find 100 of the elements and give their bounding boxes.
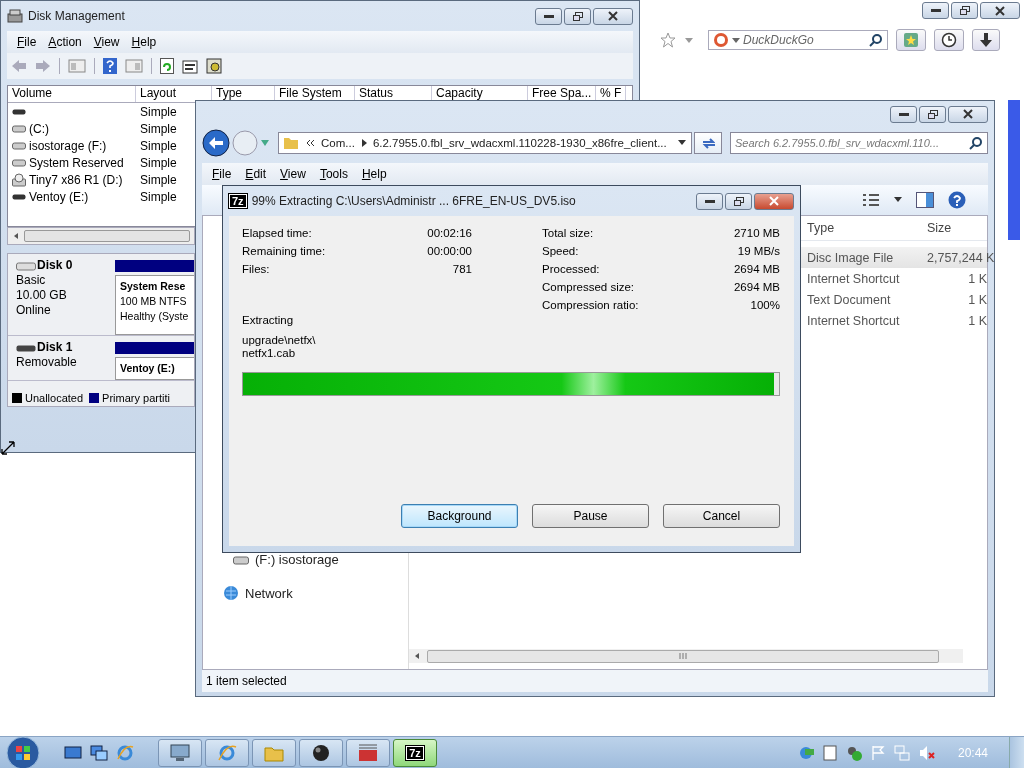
breadcrumb-item[interactable]: 6.2.7955.0.fbl_srv_wdacxml.110228-1930_x86fre_client... bbox=[372, 137, 667, 149]
file-path: upgrade\netfx\ bbox=[242, 334, 317, 347]
horizontal-scrollbar[interactable] bbox=[7, 227, 195, 245]
disk-detail: Removable bbox=[16, 355, 78, 370]
close-button[interactable] bbox=[948, 105, 988, 123]
preview-pane-icon[interactable] bbox=[916, 192, 934, 208]
disk-detail: Basic bbox=[16, 273, 47, 288]
desktop-icon[interactable] bbox=[64, 744, 82, 761]
drive-icon[interactable] bbox=[233, 553, 249, 566]
partition-detail: 100 MB NTFS bbox=[120, 294, 188, 309]
stat-value: 00:02:16 bbox=[427, 227, 472, 239]
search-icon[interactable] bbox=[969, 136, 983, 150]
dialog-button[interactable]: Pause bbox=[532, 504, 649, 528]
resize-cursor-icon bbox=[0, 440, 16, 456]
properties-icon[interactable] bbox=[182, 58, 198, 74]
minimize-icon bbox=[704, 199, 715, 203]
search-input[interactable]: DuckDuckGo bbox=[743, 33, 866, 47]
taskbar-button[interactable]: 7z bbox=[393, 738, 437, 767]
scrollbar-thumb[interactable] bbox=[24, 230, 190, 242]
nav-item[interactable]: (F:) isostorage bbox=[255, 552, 339, 567]
app-logo: 7z bbox=[229, 194, 247, 208]
security-tray-icon[interactable] bbox=[845, 744, 862, 761]
window-title: Disk Management bbox=[28, 9, 125, 23]
refresh-icon[interactable] bbox=[160, 58, 174, 74]
bookmark-star-icon[interactable] bbox=[660, 32, 676, 48]
table-cell-text: Simple bbox=[139, 155, 178, 170]
minimize-button[interactable] bbox=[696, 192, 723, 210]
menu-item[interactable]: View bbox=[93, 35, 120, 49]
breadcrumb-item[interactable]: Com... bbox=[321, 137, 355, 149]
minimize-button[interactable] bbox=[922, 2, 949, 19]
menu-item[interactable]: View bbox=[280, 167, 306, 181]
help-icon[interactable] bbox=[103, 58, 117, 74]
close-button[interactable] bbox=[593, 7, 633, 25]
stat-label: Compression ratio: bbox=[542, 299, 639, 311]
restore-button[interactable] bbox=[564, 7, 591, 25]
back-button-icon[interactable] bbox=[202, 129, 230, 157]
restore-button[interactable] bbox=[951, 2, 978, 19]
partition-box[interactable]: Ventoy (E:) bbox=[115, 357, 194, 380]
minimize-button[interactable] bbox=[890, 105, 917, 123]
menu-item[interactable]: Tools bbox=[319, 167, 348, 181]
volume-name: Tiny7 x86 R1 (D:) bbox=[29, 172, 123, 187]
menu-item[interactable]: Action bbox=[48, 35, 82, 49]
restore-button[interactable] bbox=[919, 105, 946, 123]
scroll-left-icon[interactable] bbox=[12, 232, 20, 240]
help-icon[interactable] bbox=[948, 191, 966, 209]
table-cell-text: Simple bbox=[139, 189, 178, 204]
settings-icon[interactable] bbox=[206, 58, 222, 74]
search-field[interactable]: Search 6.2.7955.0.fbl_srv_wdacxml.110... bbox=[730, 132, 988, 154]
ball-icon bbox=[312, 743, 330, 762]
table-cell-text: Simple bbox=[139, 121, 178, 136]
search-engine-icon[interactable] bbox=[713, 32, 729, 48]
column-header[interactable]: Volume bbox=[8, 86, 136, 102]
dropdown-arrow-icon[interactable] bbox=[732, 37, 740, 43]
search-field[interactable]: DuckDuckGo bbox=[708, 30, 888, 50]
menu-item[interactable]: Help bbox=[131, 35, 157, 49]
download-button[interactable] bbox=[972, 29, 1000, 51]
column-header[interactable]: Size bbox=[927, 221, 987, 235]
bookmarks-button[interactable] bbox=[896, 29, 926, 51]
stat-label: Total size: bbox=[542, 227, 594, 239]
scroll-left-icon[interactable] bbox=[413, 652, 421, 660]
partition-box[interactable]: System Rese 100 MB NTFS Healthy (Syste bbox=[115, 275, 194, 335]
menu-item[interactable]: File bbox=[212, 167, 232, 181]
column-header[interactable]: Type bbox=[805, 221, 927, 235]
close-button[interactable] bbox=[980, 2, 1020, 19]
menu-item[interactable]: Help bbox=[361, 167, 387, 181]
address-bar[interactable]: Com... 6.2.7955.0.fbl_srv_wdacxml.110228-1930_x86fre_client... bbox=[278, 132, 692, 154]
document-tray-icon[interactable] bbox=[822, 744, 837, 761]
hard-drive-icon bbox=[16, 260, 36, 271]
stat-label: Compressed size: bbox=[542, 281, 635, 293]
disk-detail: Online bbox=[16, 303, 52, 318]
dropdown-arrow-icon[interactable] bbox=[894, 197, 902, 203]
history-button[interactable] bbox=[934, 29, 964, 51]
taskbar-button[interactable] bbox=[299, 738, 343, 767]
table-cell-text: Simple bbox=[139, 104, 178, 119]
legend-label: Unallocated bbox=[25, 392, 84, 404]
minimize-button[interactable] bbox=[535, 7, 562, 25]
dropdown-arrow-icon[interactable] bbox=[677, 140, 687, 146]
minimize-icon bbox=[898, 112, 909, 116]
globe-icon[interactable] bbox=[223, 585, 239, 601]
dialog-button[interactable]: Background bbox=[401, 504, 518, 528]
view-list-icon[interactable] bbox=[862, 193, 880, 207]
close-icon bbox=[963, 109, 973, 119]
nav-item[interactable]: Network bbox=[245, 585, 293, 601]
refresh-button[interactable] bbox=[694, 132, 722, 154]
stat-value: 781 bbox=[452, 263, 472, 275]
volume-muted-icon[interactable] bbox=[918, 744, 935, 761]
breadcrumb-arrow-icon[interactable] bbox=[360, 139, 367, 147]
menu-item[interactable]: File bbox=[17, 35, 37, 49]
search-icon[interactable] bbox=[869, 33, 883, 47]
folder-icon bbox=[283, 135, 299, 151]
window-switch-icon[interactable] bbox=[90, 744, 108, 761]
search-input[interactable]: Search 6.2.7955.0.fbl_srv_wdacxml.110... bbox=[735, 137, 969, 149]
menu-item[interactable]: Edit bbox=[245, 167, 267, 181]
disc-drive-icon bbox=[12, 172, 26, 187]
stat-value: 00:00:00 bbox=[427, 245, 472, 257]
restore-button[interactable] bbox=[725, 192, 752, 210]
stat-label: Elapsed time: bbox=[242, 227, 312, 239]
restore-icon bbox=[927, 109, 938, 119]
start-button[interactable] bbox=[6, 735, 40, 768]
dialog-button[interactable]: Cancel bbox=[663, 504, 780, 528]
